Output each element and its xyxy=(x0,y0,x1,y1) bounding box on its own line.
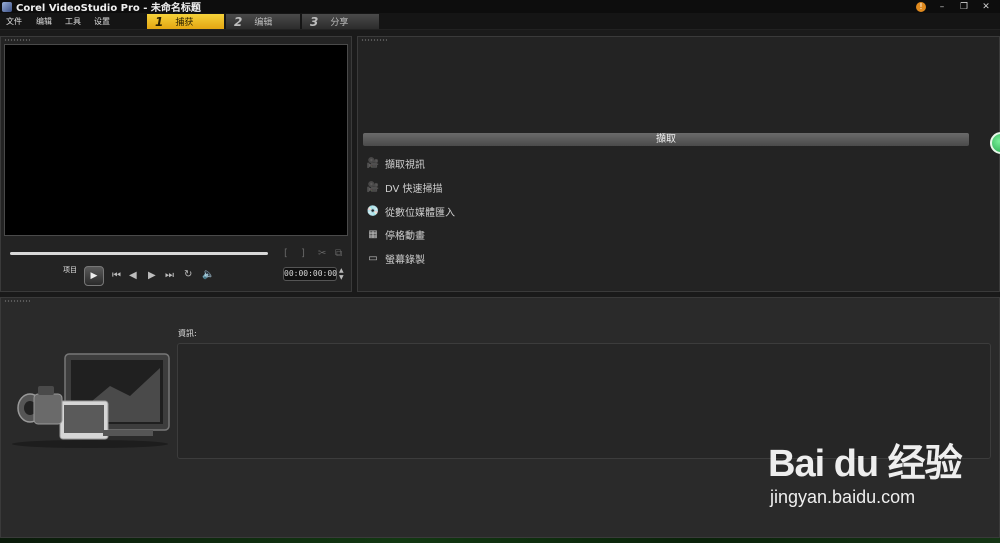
title-bar: Corel VideoStudio Pro - 未命名标题 ! – ❐ ✕ xyxy=(0,0,1000,14)
capture-item-label: 從數位媒體匯入 xyxy=(385,207,455,219)
capture-item-label: 螢幕錄製 xyxy=(385,254,425,266)
baidu-watermark: Bai du 经验 jingyan.baidu.com xyxy=(768,432,963,508)
minimize-button[interactable]: – xyxy=(936,2,948,12)
video-camera-icon: 🎥 xyxy=(366,157,380,169)
app-logo-icon xyxy=(2,1,12,12)
capture-panel: 擷取 🎥 擷取視訊 🎥 DV 快速掃描 💿 從數位媒體匯入 ▦ 停格動畫 ▭ 螢… xyxy=(357,36,1000,292)
restore-button[interactable]: ❐ xyxy=(958,2,970,12)
mark-out-icon[interactable]: ] xyxy=(301,248,305,259)
capture-item-label: DV 快速掃描 xyxy=(385,183,443,195)
step-number: 2 xyxy=(234,14,243,29)
panel-grip[interactable] xyxy=(4,300,30,302)
step-label: 捕获 xyxy=(175,18,194,28)
screen-record-option[interactable]: ▭ 螢幕錄製 xyxy=(365,250,425,266)
help-icon[interactable]: ! xyxy=(916,1,926,12)
scrubber-track[interactable] xyxy=(10,252,268,255)
stop-motion-option[interactable]: ▦ 停格動畫 xyxy=(365,226,425,242)
step-number: 1 xyxy=(155,14,164,29)
taskbar-strip xyxy=(0,538,1000,543)
capture-devices-illustration xyxy=(12,353,170,448)
dv-quick-scan-option[interactable]: 🎥 DV 快速掃描 xyxy=(365,179,443,195)
mark-in-icon[interactable]: [ xyxy=(284,248,288,259)
menu-bar: 文件 编辑 工具 设置 1 捕获 2 编辑 3 分享 xyxy=(0,13,1000,30)
screen-record-icon: ▭ xyxy=(368,252,378,264)
volume-icon[interactable]: 🔈 xyxy=(202,269,214,280)
import-digital-media-option[interactable]: 💿 從數位媒體匯入 xyxy=(365,203,455,219)
disc-import-icon: 💿 xyxy=(366,205,380,217)
repeat-icon[interactable]: ↻ xyxy=(184,269,192,280)
go-to-start-icon[interactable]: ⏮ xyxy=(112,270,121,281)
menu-file[interactable]: 文件 xyxy=(6,16,22,27)
step-label: 分享 xyxy=(330,18,349,28)
player-panel: [ ] ✂ ⧉ 项目 ▶ ⏮ ◀ ▶ ⏭ ↻ 🔈 00:00:00:00 ▲ ▼ xyxy=(0,36,352,292)
window-controls: ! – ❐ ✕ xyxy=(916,0,992,13)
next-frame-icon[interactable]: ▶ xyxy=(148,270,156,281)
capture-item-label: 停格動畫 xyxy=(385,230,425,242)
stop-motion-icon: ▦ xyxy=(368,228,378,240)
play-button[interactable]: ▶ xyxy=(84,266,104,286)
watermark-brand: Bai du 经验 xyxy=(768,443,963,485)
info-label: 資訊: xyxy=(178,329,197,338)
project-label[interactable]: 项目 xyxy=(63,265,77,275)
menu-settings[interactable]: 设置 xyxy=(94,16,110,27)
step-label: 编辑 xyxy=(254,18,273,28)
panel-grip[interactable] xyxy=(4,39,30,41)
capture-header: 擷取 xyxy=(363,133,969,146)
capture-video-option[interactable]: 🎥 擷取視訊 xyxy=(365,155,425,171)
go-to-end-icon[interactable]: ⏭ xyxy=(165,270,174,281)
preview-screen xyxy=(4,44,348,236)
menu-tools[interactable]: 工具 xyxy=(65,16,81,27)
dv-camera-icon: 🎥 xyxy=(366,181,380,193)
window-title: Corel VideoStudio Pro - 未命名标题 xyxy=(16,3,201,14)
panel-grip[interactable] xyxy=(361,39,387,41)
tab-share[interactable]: 3 分享 xyxy=(302,14,379,29)
close-button[interactable]: ✕ xyxy=(980,2,992,12)
timecode-spinner[interactable]: ▲ ▼ xyxy=(339,267,344,281)
capture-item-label: 擷取視訊 xyxy=(385,159,425,171)
timecode-display[interactable]: 00:00:00:00 xyxy=(283,267,337,281)
menu-edit[interactable]: 编辑 xyxy=(36,16,52,27)
split-clip-icon[interactable]: ✂ xyxy=(318,248,326,259)
previous-frame-icon[interactable]: ◀ xyxy=(129,270,137,281)
tab-capture[interactable]: 1 捕获 xyxy=(147,14,224,29)
watermark-url: jingyan.baidu.com xyxy=(770,487,916,507)
tab-edit[interactable]: 2 编辑 xyxy=(226,14,300,29)
step-number: 3 xyxy=(310,14,319,29)
enlarge-icon[interactable]: ⧉ xyxy=(335,248,342,259)
